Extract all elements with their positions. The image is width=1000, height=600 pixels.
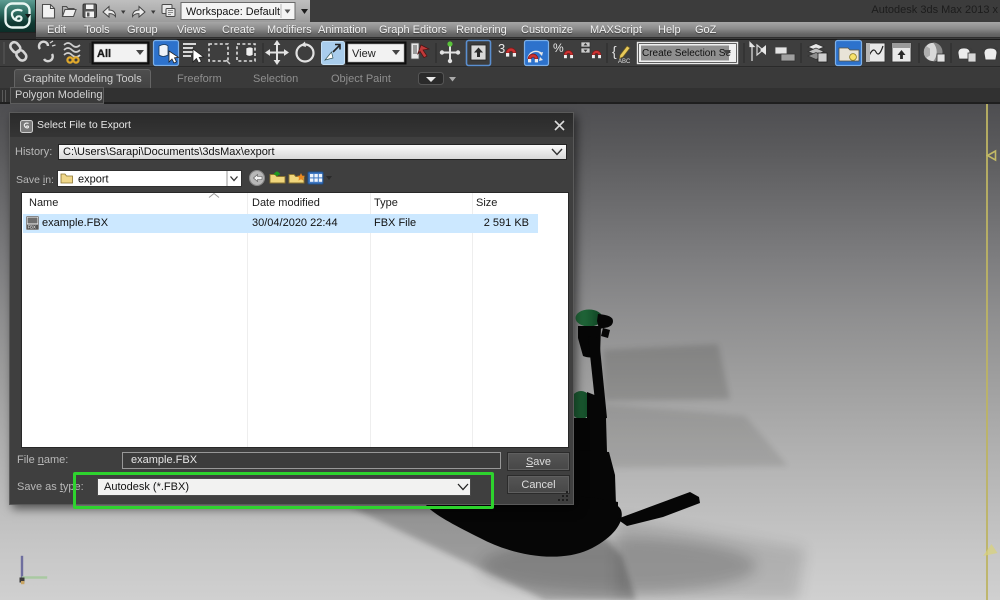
svg-text:Create Selection Se: Create Selection Se [642,48,731,59]
svg-text:ABC: ABC [618,59,631,65]
svg-text:Workspace: Default: Workspace: Default [186,6,280,18]
svg-text:FBX: FBX [28,224,36,229]
svg-text:%: % [553,41,564,55]
svg-text:All: All [97,48,111,60]
svg-text:export: export [78,174,109,186]
svg-text:{: { [612,43,617,59]
svg-text:3: 3 [498,41,505,56]
svg-text:View: View [352,48,376,60]
